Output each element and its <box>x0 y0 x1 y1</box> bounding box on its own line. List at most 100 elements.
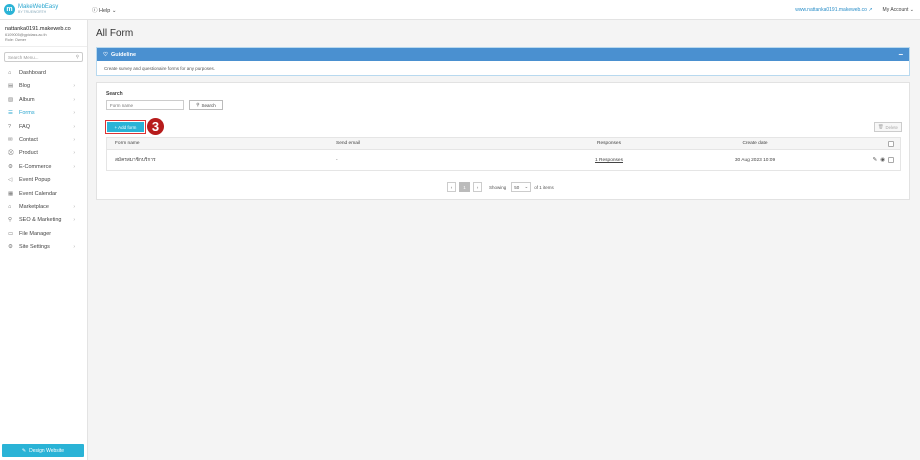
view-eye-icon[interactable]: ◉ <box>880 157 885 163</box>
sidebar-item-label: Contact <box>19 136 38 143</box>
sidebar-item-product[interactable]: ⛒ Product › <box>0 147 87 160</box>
per-page-select[interactable]: 50 ⌄ <box>511 182 532 192</box>
menu-search-input[interactable]: Search Menu... ⚲ <box>4 52 83 63</box>
per-page-value: 50 <box>514 184 520 190</box>
sidebar-item-marketplace[interactable]: ⌂ Marketplace › <box>0 200 87 213</box>
folder-icon: ▭ <box>8 230 14 237</box>
trash-icon: 🗑 <box>878 124 884 129</box>
header-create-date: Create date <box>742 141 768 146</box>
header-responses: Responses <box>597 141 621 146</box>
guideline-header[interactable]: ♡ Guideline − <box>97 48 909 61</box>
delete-button[interactable]: 🗑 Delete <box>874 122 902 132</box>
sidebar: nattanka0191.makeweb.co 6109005@gpiclass… <box>0 20 88 460</box>
sidebar-item-label: Album <box>19 96 35 103</box>
account-menu[interactable]: My Account ⌄ <box>883 7 914 13</box>
step-badge: 3 <box>147 118 164 135</box>
chevron-right-icon: › <box>73 136 75 143</box>
account-label: My Account <box>882 6 909 13</box>
select-all-checkbox[interactable] <box>888 140 894 147</box>
prev-page-button[interactable]: ‹ <box>447 182 456 192</box>
search-icon: ⚲ <box>75 54 79 60</box>
chevron-right-icon: › <box>73 163 75 170</box>
chevron-right-icon: › <box>73 110 75 117</box>
logo-mark-icon: m <box>4 4 15 15</box>
sidebar-item-label: Forms <box>19 110 35 117</box>
search-icon: ⚲ <box>8 217 13 224</box>
add-form-label: + Add form <box>114 124 137 130</box>
showing-label: Showing <box>489 184 507 190</box>
header-form-name: Form name <box>115 141 140 146</box>
row-create-date: 30 Aug 2023 10:09 <box>734 157 776 163</box>
site-link-text: www.nattanka0191.makeweb.co <box>795 6 867 13</box>
collapse-icon[interactable]: − <box>898 50 903 59</box>
megaphone-icon: ◁ <box>8 177 13 184</box>
sidebar-item-event-popup[interactable]: ◁ Event Popup <box>0 173 87 186</box>
sidebar-item-seo-marketing[interactable]: ⚲ SEO & Marketing › <box>0 214 87 227</box>
sidebar-item-label: Blog <box>19 83 31 90</box>
forms-icon: ☰ <box>8 110 13 117</box>
sidebar-item-dashboard[interactable]: ⌂ Dashboard <box>0 66 87 79</box>
next-page-button[interactable]: › <box>473 182 482 192</box>
user-info: nattanka0191.makeweb.co 6109005@gpiclass… <box>0 20 87 48</box>
store-icon: ⌂ <box>8 203 12 210</box>
form-name-input[interactable] <box>106 100 184 110</box>
envelope-icon: ✉ <box>8 136 13 143</box>
sidebar-item-album[interactable]: ▨ Album › <box>0 93 87 106</box>
user-name: nattanka0191.makeweb.co <box>5 26 71 32</box>
app-logo[interactable]: m MakeWebEasy BY TRUEWORTH <box>0 4 88 15</box>
table-row: สมัครสมาชิกบริการ - 1 Responses 30 Aug 2… <box>107 150 900 170</box>
forms-table: Form name Send email Responses Create da… <box>106 137 901 171</box>
table-header: Form name Send email Responses Create da… <box>107 138 900 150</box>
guideline-panel: ♡ Guideline − Create survey and question… <box>96 47 910 76</box>
logo-subtitle: BY TRUEWORTH <box>18 10 47 15</box>
document-icon: ▤ <box>8 83 14 90</box>
add-form-button[interactable]: + Add form <box>107 122 144 132</box>
sidebar-item-label: SEO & Marketing <box>19 217 62 224</box>
chevron-down-icon: ⌄ <box>524 184 529 189</box>
top-bar: m MakeWebEasy BY TRUEWORTH ⓘ Help ⌄ www.… <box>0 0 920 20</box>
sidebar-item-label: Marketplace <box>19 203 49 210</box>
external-link-icon: ↗ <box>868 6 873 13</box>
sidebar-menu: ⌂ Dashboard ▤ Blog › ▨ Album › ☰ Forms ›? FAQ › ✉ Cont… <box>0 66 87 253</box>
sidebar-item-blog[interactable]: ▤ Blog › <box>0 80 87 93</box>
settings-icon: ⚙ <box>8 244 13 251</box>
sidebar-item-label: E-Commerce <box>19 163 52 170</box>
row-responses-link[interactable]: 1 Responses <box>595 158 623 163</box>
sidebar-item-forms[interactable]: ☰ Forms › <box>0 107 87 120</box>
chevron-right-icon: › <box>73 150 75 157</box>
cart-icon: ⛒ <box>8 149 14 156</box>
main-content: All Form ♡ Guideline − Create survey and… <box>96 20 912 200</box>
sidebar-item-file-manager[interactable]: ▭ File Manager <box>0 227 87 240</box>
row-checkbox[interactable] <box>888 157 894 163</box>
total-items-text: of 1 items <box>534 184 554 190</box>
sidebar-item-e-commerce[interactable]: ⚙ E-Commerce › <box>0 160 87 173</box>
help-icon: ⓘ <box>92 7 98 14</box>
site-link[interactable]: www.nattanka0191.makeweb.co ↗ <box>795 7 872 13</box>
guideline-title: Guideline <box>110 51 136 58</box>
question-icon: ? <box>8 123 12 130</box>
sidebar-item-label: Site Settings <box>19 244 50 251</box>
pagination: ‹ 1 › Showing 50 ⌄ of 1 items <box>447 182 554 192</box>
help-menu[interactable]: ⓘ Help ⌄ <box>92 6 117 14</box>
edit-icon[interactable]: ✎ <box>873 157 878 163</box>
page-1-button[interactable]: 1 <box>459 182 470 192</box>
chevron-right-icon: › <box>73 203 75 210</box>
chevron-down-icon: ⌄ <box>909 6 914 13</box>
sidebar-item-faq[interactable]: ? FAQ › <box>0 120 87 133</box>
chevron-right-icon: › <box>73 217 75 224</box>
design-website-button[interactable]: ✎ Design Website <box>2 444 84 457</box>
sidebar-item-label: FAQ <box>19 123 31 130</box>
sidebar-item-site-settings[interactable]: ⚙ Site Settings › <box>0 240 87 253</box>
search-button[interactable]: ⚲ Search <box>189 100 223 110</box>
pencil-icon: ✎ <box>21 447 27 454</box>
delete-label: Delete <box>885 124 898 130</box>
row-form-name: สมัครสมาชิกบริการ <box>115 158 156 163</box>
home-icon: ⌂ <box>8 70 12 77</box>
sidebar-item-event-calendar[interactable]: ▦ Event Calendar <box>0 187 87 200</box>
menu-search-placeholder: Search Menu... <box>8 54 39 60</box>
sidebar-item-contact[interactable]: ✉ Contact › <box>0 133 87 146</box>
search-label: Search <box>106 91 123 97</box>
row-send-email: - <box>336 157 338 163</box>
design-website-label: Design Website <box>29 447 65 454</box>
search-icon: ⚲ <box>196 102 200 107</box>
